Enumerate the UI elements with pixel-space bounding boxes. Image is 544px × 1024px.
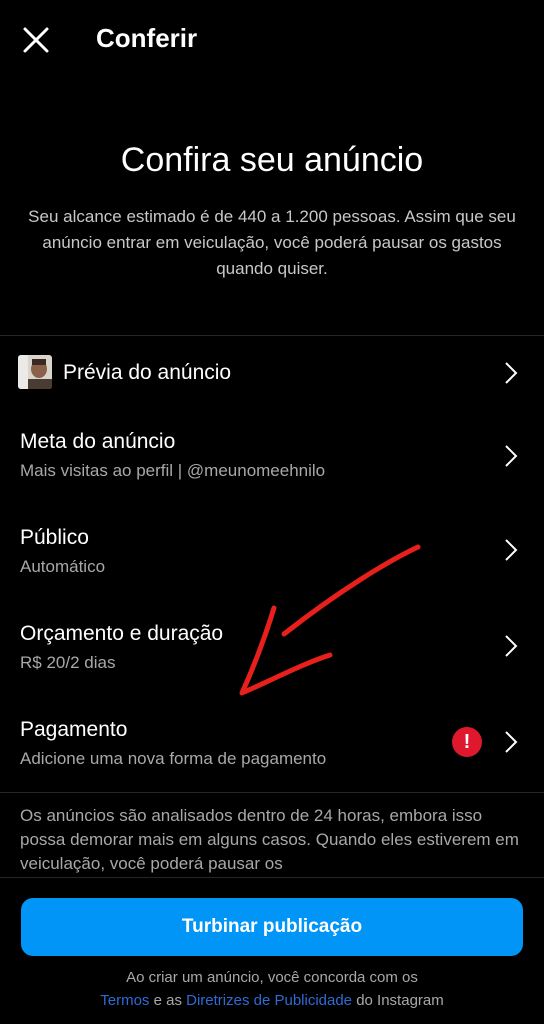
ad-preview-thumbnail — [18, 355, 52, 389]
chevron-right-icon — [505, 445, 518, 467]
budget-duration-label: Orçamento e duração — [20, 622, 224, 645]
audience-row[interactable]: Público Automático — [0, 512, 544, 592]
ad-goal-value: Mais visitas ao perfil | @meunomeehnilo — [20, 461, 326, 480]
boost-post-button[interactable]: Turbinar publicação — [21, 898, 523, 956]
chevron-right-icon — [505, 635, 518, 657]
top-bar: Conferir — [0, 0, 544, 78]
footer-divider — [0, 877, 544, 878]
review-note: Os anúncios são analisados dentro de 24 … — [20, 806, 519, 873]
ad-preview-label: Prévia do anúncio — [63, 361, 232, 384]
divider — [0, 792, 544, 793]
chevron-right-icon — [505, 362, 518, 384]
legal-text: Ao criar um anúncio, você concorda com o… — [0, 966, 544, 1012]
budget-duration-row[interactable]: Orçamento e duração R$ 20/2 dias — [0, 608, 544, 688]
legal-and: e as — [149, 992, 187, 1009]
chevron-right-icon — [505, 539, 518, 561]
audience-value: Automático — [20, 557, 106, 576]
ad-goal-label: Meta do anúncio — [20, 430, 176, 453]
review-heading: Confira seu anúncio — [120, 141, 424, 179]
ad-guidelines-link[interactable]: Diretrizes de Publicidade — [186, 992, 352, 1009]
ad-goal-row[interactable]: Meta do anúncio Mais visitas ao perfil |… — [0, 416, 544, 496]
terms-link[interactable]: Termos — [100, 992, 149, 1009]
audience-label: Público — [20, 526, 89, 549]
budget-duration-value: R$ 20/2 dias — [20, 653, 116, 672]
chevron-right-icon — [505, 731, 518, 753]
payment-label: Pagamento — [20, 718, 128, 741]
reach-description: Seu alcance estimado é de 440 a 1.200 pe… — [28, 207, 516, 278]
divider — [0, 335, 544, 336]
legal-line-1: Ao criar um anúncio, você concorda com o… — [126, 969, 418, 986]
close-icon[interactable] — [20, 24, 52, 56]
legal-suffix: do Instagram — [352, 992, 444, 1009]
page-title: Conferir — [96, 23, 198, 53]
legal-line-2: Termos e as Diretrizes de Publicidade do… — [0, 989, 544, 1012]
ad-preview-row[interactable]: Prévia do anúncio — [0, 340, 544, 406]
alert-mark: ! — [463, 731, 471, 753]
payment-alert-icon: ! — [452, 727, 482, 757]
payment-value: Adicione uma nova forma de pagamento — [20, 749, 327, 768]
